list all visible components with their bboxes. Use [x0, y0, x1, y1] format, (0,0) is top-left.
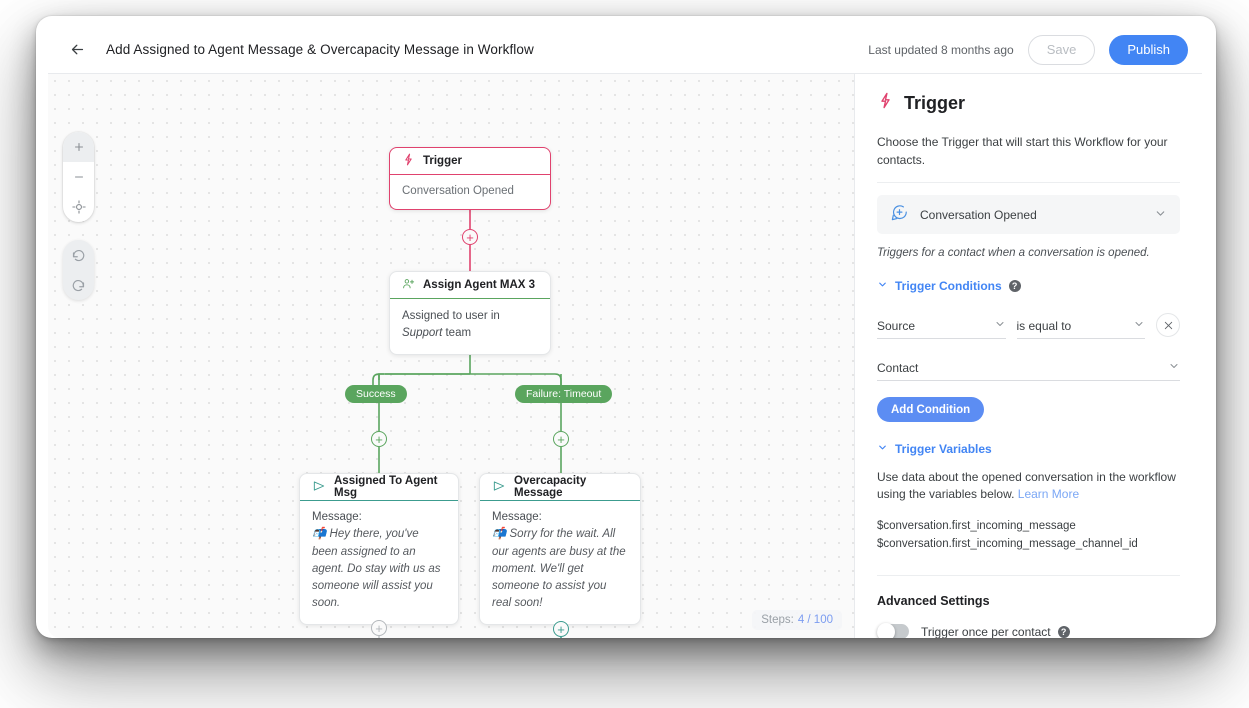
condition-operator-value: is equal to: [1016, 318, 1072, 333]
last-updated-text: Last updated 8 months ago: [868, 42, 1014, 57]
node-assigned-msg-body: Message: 📬 Hey there, you've been assign…: [300, 501, 458, 624]
chevron-down-icon: [994, 318, 1006, 333]
assign-body-team: Support: [402, 327, 443, 340]
message-text: 📬 Hey there, you've been assigned to an …: [312, 528, 441, 610]
branch-badge-success[interactable]: Success: [345, 385, 407, 403]
variable-item: $conversation.first_incoming_message: [877, 519, 1076, 532]
condition-value-text: Contact: [877, 360, 919, 375]
node-assigned-msg-title: Assigned To Agent Msg: [334, 475, 438, 499]
node-assign-agent[interactable]: Assign Agent MAX 3 Assigned to user in S…: [389, 271, 551, 355]
back-icon[interactable]: [62, 35, 92, 65]
add-step-after-trigger[interactable]: +: [462, 229, 478, 245]
lightning-icon: [877, 92, 894, 114]
panel-divider: [877, 182, 1180, 183]
trigger-once-label: Trigger once per contact: [921, 624, 1051, 638]
add-step-after-assigned-msg[interactable]: +: [371, 620, 387, 636]
trigger-once-row: Trigger once per contact ?: [877, 622, 1180, 638]
recenter-icon[interactable]: [63, 192, 94, 222]
assign-body-suffix: team: [442, 327, 472, 340]
node-overcapacity-message[interactable]: Overcapacity Message Message: 📬 Sorry fo…: [479, 473, 641, 625]
history-controls: [63, 240, 94, 300]
node-assign-agent-body: Assigned to user in Support team: [390, 299, 550, 354]
branch-badge-failure-timeout[interactable]: Failure: Timeout: [515, 385, 613, 403]
chevron-down-icon: [1133, 318, 1145, 333]
trigger-settings-panel: Trigger Choose the Trigger that will sta…: [854, 74, 1202, 638]
message-text: 📬 Sorry for the wait. All our agents are…: [492, 528, 626, 610]
chat-plus-icon: [890, 203, 909, 227]
node-trigger-header: Trigger: [390, 148, 550, 175]
trigger-conditions-label: Trigger Conditions: [895, 279, 1002, 293]
condition-operator-select[interactable]: is equal to: [1016, 318, 1145, 339]
node-overcapacity-header: Overcapacity Message: [480, 474, 640, 501]
condition-field-select[interactable]: Source: [877, 318, 1006, 339]
trigger-type-value: Conversation Opened: [920, 207, 1037, 222]
zoom-controls: [63, 132, 94, 222]
assign-body-prefix: Assigned to user in: [402, 310, 500, 322]
workflow-canvas[interactable]: Trigger Conversation Opened + Assign Age…: [48, 74, 854, 638]
panel-title-row: Trigger: [877, 92, 1180, 114]
advanced-divider: [877, 575, 1180, 577]
condition-field-value: Source: [877, 318, 916, 333]
trigger-once-toggle[interactable]: [877, 622, 909, 638]
lightning-icon: [402, 153, 415, 169]
trigger-note: Triggers for a contact when a conversati…: [877, 247, 1150, 259]
send-message-icon: [492, 479, 506, 496]
chevron-down-icon: [877, 442, 888, 456]
app-window: Add Assigned to Agent Message & Overcapa…: [48, 26, 1202, 638]
message-label: Message:: [492, 511, 542, 523]
add-step-after-overcapacity-msg[interactable]: +: [553, 621, 569, 637]
advanced-settings-title: Advanced Settings: [877, 594, 990, 609]
node-overcapacity-body: Message: 📬 Sorry for the wait. All our a…: [480, 501, 640, 624]
node-trigger[interactable]: Trigger Conversation Opened: [389, 147, 551, 211]
top-bar-actions: Last updated 8 months ago Save Publish: [868, 34, 1188, 65]
node-trigger-body: Conversation Opened: [402, 185, 514, 197]
zoom-out-icon[interactable]: [63, 162, 94, 192]
panel-description: Choose the Trigger that will start this …: [877, 135, 1168, 167]
node-assign-agent-header: Assign Agent MAX 3: [390, 272, 550, 299]
node-assign-agent-title: Assign Agent MAX 3: [423, 279, 536, 291]
assign-user-icon: [402, 277, 415, 293]
message-label: Message:: [312, 511, 362, 523]
top-bar: Add Assigned to Agent Message & Overcapa…: [48, 26, 1202, 74]
add-step-failure-branch[interactable]: +: [553, 431, 569, 447]
node-overcapacity-title: Overcapacity Message: [514, 475, 587, 499]
page-title: Add Assigned to Agent Message & Overcapa…: [106, 42, 534, 57]
panel-title: Trigger: [904, 92, 966, 113]
steps-indicator: Steps: 4 / 100: [752, 610, 842, 630]
condition-value-select[interactable]: Contact: [877, 360, 1180, 381]
redo-icon[interactable]: [63, 270, 94, 300]
steps-count: 4 / 100: [797, 614, 833, 626]
trigger-variables-label: Trigger Variables: [895, 442, 992, 456]
condition-row: Source is equal to: [877, 313, 1180, 339]
zoom-in-icon[interactable]: [63, 132, 94, 162]
variable-item: $conversation.first_incoming_message_cha…: [877, 537, 1138, 550]
trigger-variables-toggle[interactable]: Trigger Variables: [877, 442, 1180, 456]
remove-condition-button[interactable]: [1156, 313, 1180, 337]
undo-icon[interactable]: [63, 240, 94, 270]
node-trigger-title: Trigger: [423, 155, 462, 167]
trigger-variables-list: $conversation.first_incoming_message $co…: [877, 518, 1180, 554]
trigger-once-label-row: Trigger once per contact ?: [921, 625, 1070, 638]
learn-more-link[interactable]: Learn More: [1018, 487, 1079, 501]
steps-label: Steps:: [761, 614, 794, 626]
help-icon[interactable]: ?: [1008, 280, 1021, 292]
send-message-icon: [312, 479, 326, 496]
chevron-down-icon: [1168, 360, 1180, 375]
add-step-success-branch[interactable]: +: [371, 431, 387, 447]
condition-value-row: Contact: [877, 360, 1180, 381]
help-icon[interactable]: ?: [1057, 625, 1070, 638]
chevron-down-icon[interactable]: [1154, 207, 1167, 223]
publish-button[interactable]: Publish: [1109, 34, 1188, 65]
trigger-variables-description: Use data about the opened conversation i…: [877, 469, 1180, 504]
save-button[interactable]: Save: [1027, 34, 1096, 65]
trigger-conditions-toggle[interactable]: Trigger Conditions ?: [877, 279, 1180, 293]
chevron-down-icon: [877, 279, 888, 293]
trigger-type-select[interactable]: Conversation Opened: [877, 195, 1180, 234]
node-assigned-msg-header: Assigned To Agent Msg: [300, 474, 458, 501]
node-assigned-to-agent-msg[interactable]: Assigned To Agent Msg Message: 📬 Hey the…: [299, 473, 459, 625]
add-condition-button[interactable]: Add Condition: [877, 397, 985, 422]
